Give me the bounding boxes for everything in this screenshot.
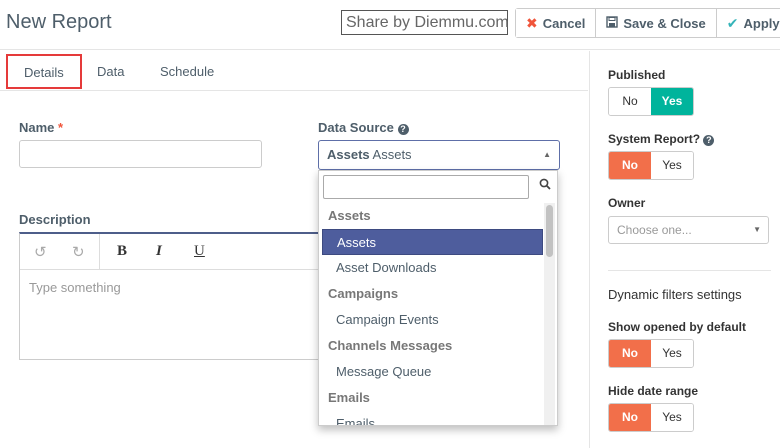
- system-report-label: System Report? ?: [608, 132, 715, 146]
- search-icon: [539, 178, 551, 193]
- dropdown-search-input[interactable]: [323, 175, 529, 199]
- dropdown-group-header: Channels Messages: [328, 338, 453, 353]
- question-circle-icon[interactable]: ?: [397, 124, 409, 135]
- dropdown-scrollbar-thumb[interactable]: [546, 205, 553, 257]
- save-close-button[interactable]: Save & Close: [596, 9, 717, 37]
- caret-up-icon: ▲: [543, 150, 551, 159]
- caret-down-icon: ▼: [753, 225, 761, 234]
- datasource-selected-item: Assets: [372, 147, 412, 162]
- dropdown-option[interactable]: Message Queue: [319, 359, 543, 385]
- check-icon: ✔: [726, 14, 739, 31]
- dropdown-option[interactable]: Emails: [319, 411, 543, 425]
- hide-date-label: Hide date range: [608, 384, 699, 398]
- show-opened-yes-button[interactable]: Yes: [651, 340, 693, 367]
- close-icon: ✖: [526, 14, 538, 31]
- system-report-label-text: System Report?: [608, 132, 701, 146]
- watermark-text: Share by Diemmu.com: [341, 10, 509, 35]
- dropdown-option[interactable]: Assets: [322, 229, 543, 255]
- undo-icon[interactable]: ↺: [34, 243, 47, 261]
- owner-select[interactable]: Choose one... ▼: [608, 216, 769, 244]
- datasource-dropdown: Assets Assets Asset Downloads Campaigns Camp…: [318, 170, 558, 426]
- hide-date-toggle: No Yes: [608, 403, 694, 432]
- dropdown-options-list: Assets Assets Asset Downloads Campaigns Camp…: [319, 203, 543, 425]
- published-no-button[interactable]: No: [609, 88, 651, 115]
- apply-button-label: Apply: [743, 15, 780, 31]
- show-opened-toggle: No Yes: [608, 339, 694, 368]
- tab-data[interactable]: Data: [81, 57, 140, 92]
- bold-button[interactable]: B: [117, 243, 127, 260]
- cancel-button[interactable]: ✖ Cancel: [516, 9, 597, 37]
- published-label: Published: [608, 68, 666, 82]
- datasource-select[interactable]: Assets Assets ▲: [318, 140, 560, 170]
- save-close-button-label: Save & Close: [623, 15, 706, 31]
- dropdown-group-header: Emails: [328, 390, 370, 405]
- editor-toolbar: ↺ ↻ B I U: [20, 234, 318, 270]
- dropdown-option[interactable]: Campaign Events: [319, 307, 543, 333]
- description-input[interactable]: Type something: [29, 280, 121, 295]
- page-title: New Report: [6, 11, 112, 33]
- description-editor: ↺ ↻ B I U Type something: [19, 232, 319, 360]
- show-opened-no-button[interactable]: No: [609, 340, 651, 367]
- cancel-button-label: Cancel: [542, 15, 586, 31]
- toolbar-divider: [99, 234, 100, 270]
- dropdown-group-header: Campaigns: [328, 286, 399, 301]
- published-yes-button[interactable]: Yes: [651, 88, 693, 115]
- apply-button[interactable]: ✔ Apply: [716, 9, 780, 37]
- datasource-selected-group: Assets: [327, 147, 370, 162]
- required-marker: *: [58, 120, 64, 135]
- published-toggle: No Yes: [608, 87, 694, 116]
- description-label: Description: [19, 212, 91, 227]
- system-report-toggle: No Yes: [608, 151, 694, 180]
- right-settings-panel: Published No Yes System Report? ? No Yes…: [589, 51, 780, 448]
- page-header: New Report Share by Diemmu.com ✖ Cancel …: [0, 0, 780, 50]
- panel-divider: [608, 270, 771, 271]
- owner-placeholder: Choose one...: [617, 223, 692, 237]
- datasource-label: Data Source ?: [318, 120, 409, 135]
- underline-button[interactable]: U: [194, 243, 205, 260]
- system-yes-button[interactable]: Yes: [651, 152, 693, 179]
- tab-bar: Details Data Schedule: [0, 51, 588, 91]
- hide-date-yes-button[interactable]: Yes: [651, 404, 693, 431]
- question-circle-icon[interactable]: ?: [703, 135, 715, 146]
- save-icon: [606, 15, 619, 31]
- action-button-group: ✖ Cancel Save & Close ✔ Apply: [515, 8, 780, 38]
- owner-label: Owner: [608, 196, 646, 210]
- system-no-button[interactable]: No: [609, 152, 651, 179]
- redo-icon[interactable]: ↻: [72, 243, 85, 261]
- dropdown-group-header: Assets: [328, 208, 371, 223]
- dropdown-scrollbar[interactable]: [544, 203, 555, 425]
- tab-details[interactable]: Details: [6, 54, 82, 89]
- tab-schedule[interactable]: Schedule: [144, 57, 230, 92]
- name-input[interactable]: [19, 140, 262, 168]
- italic-button[interactable]: I: [156, 243, 162, 260]
- name-label: Name *: [19, 120, 63, 135]
- dynamic-filters-heading: Dynamic filters settings: [608, 287, 742, 302]
- hide-date-no-button[interactable]: No: [609, 404, 651, 431]
- show-opened-label: Show opened by default: [608, 320, 747, 334]
- datasource-label-text: Data Source: [318, 120, 394, 135]
- dropdown-option[interactable]: Asset Downloads: [319, 255, 543, 281]
- name-label-text: Name: [19, 120, 55, 135]
